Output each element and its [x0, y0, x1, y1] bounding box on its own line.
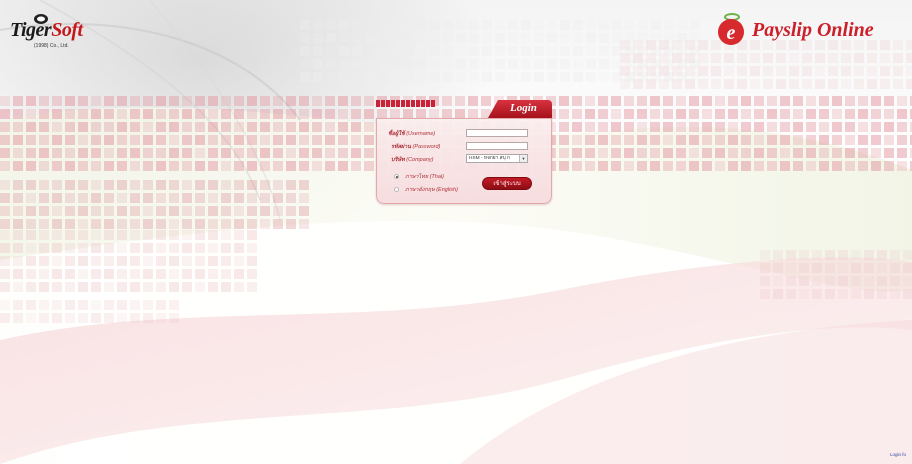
tigersoft-logo: TigerSoft (1998) Co., Ltd.: [10, 13, 100, 49]
company-label-th: บริษัท: [391, 157, 405, 163]
logo-accent-text: Soft: [51, 19, 83, 41]
password-label-en: (Password): [412, 144, 441, 150]
logo-main-text: Tiger: [10, 19, 52, 41]
svg-text:e: e: [727, 22, 736, 44]
brand-title: Payslip Online: [752, 19, 874, 41]
login-button[interactable]: เข้าสู่ระบบ: [482, 177, 532, 190]
company-label-en: (Company): [406, 157, 434, 163]
logo-text: TigerSoft: [10, 19, 83, 42]
lang-english-label[interactable]: ภาษาอังกฤษ (English): [405, 186, 458, 194]
chevron-down-icon[interactable]: ▼: [519, 155, 527, 162]
username-label-en: (Username): [406, 131, 436, 137]
username-input[interactable]: [466, 129, 528, 137]
tile-mosaic: [0, 20, 912, 323]
password-label: รหัสผ่าน (Password): [391, 143, 440, 151]
logo-sub-text: (1998) Co., Ltd.: [34, 43, 69, 49]
company-select[interactable]: HSM - หจกยา สบุ ก ▼: [466, 154, 528, 163]
username-label: ชื่อผู้ใช้ (Username): [388, 130, 435, 138]
company-label: บริษัท (Company): [391, 156, 433, 164]
footer-login-link[interactable]: Login fo: [890, 452, 906, 457]
lang-thai-label[interactable]: ภาษาไทย (Thai): [405, 173, 444, 181]
payslip-brand: e Payslip Online: [716, 10, 906, 46]
company-select-value: HSM - หจกยา สบุ ก: [469, 156, 510, 161]
lang-english-radio[interactable]: [394, 187, 399, 192]
password-input[interactable]: [466, 142, 528, 150]
password-label-th: รหัสผ่าน: [391, 144, 412, 150]
login-strip-decoration: [376, 100, 435, 107]
e-payslip-icon: e: [718, 13, 744, 45]
username-label-th: ชื่อผู้ใช้: [388, 131, 405, 137]
login-title: Login: [510, 102, 537, 114]
lang-thai-radio[interactable]: [394, 174, 399, 179]
